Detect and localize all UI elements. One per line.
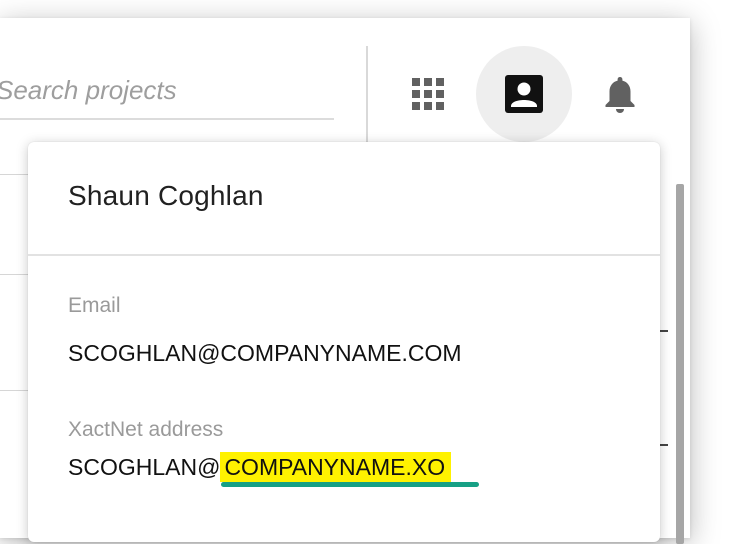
list-divider <box>660 330 668 332</box>
list-divider <box>0 174 28 175</box>
scrollbar[interactable] <box>676 184 684 544</box>
profile-popover: Shaun Coghlan Email SCOGHLAN@COMPANYNAME… <box>28 142 660 542</box>
apps-grid-icon <box>412 78 444 110</box>
apps-button[interactable] <box>398 64 458 124</box>
list-divider <box>0 390 28 391</box>
search-input[interactable] <box>0 74 318 107</box>
highlight-underline <box>221 482 479 487</box>
xactnet-user: SCOGHLAN@ <box>68 454 221 480</box>
xactnet-label: XactNet address <box>68 418 224 441</box>
xactnet-value: SCOGHLAN@ COMPANYNAME.XO <box>68 452 452 482</box>
search-bar <box>0 66 334 120</box>
profile-name: Shaun Coghlan <box>68 180 264 211</box>
bell-icon <box>605 77 635 113</box>
email-value: SCOGHLAN@COMPANYNAME.COM <box>68 340 462 366</box>
popover-divider <box>28 254 660 256</box>
list-divider <box>660 444 668 446</box>
account-button[interactable] <box>476 46 572 142</box>
list-divider <box>0 274 28 275</box>
account-box-icon <box>505 75 543 113</box>
xactnet-domain-highlight: COMPANYNAME.XO <box>220 452 452 482</box>
notifications-button[interactable] <box>590 64 650 124</box>
email-label: Email <box>68 294 121 317</box>
